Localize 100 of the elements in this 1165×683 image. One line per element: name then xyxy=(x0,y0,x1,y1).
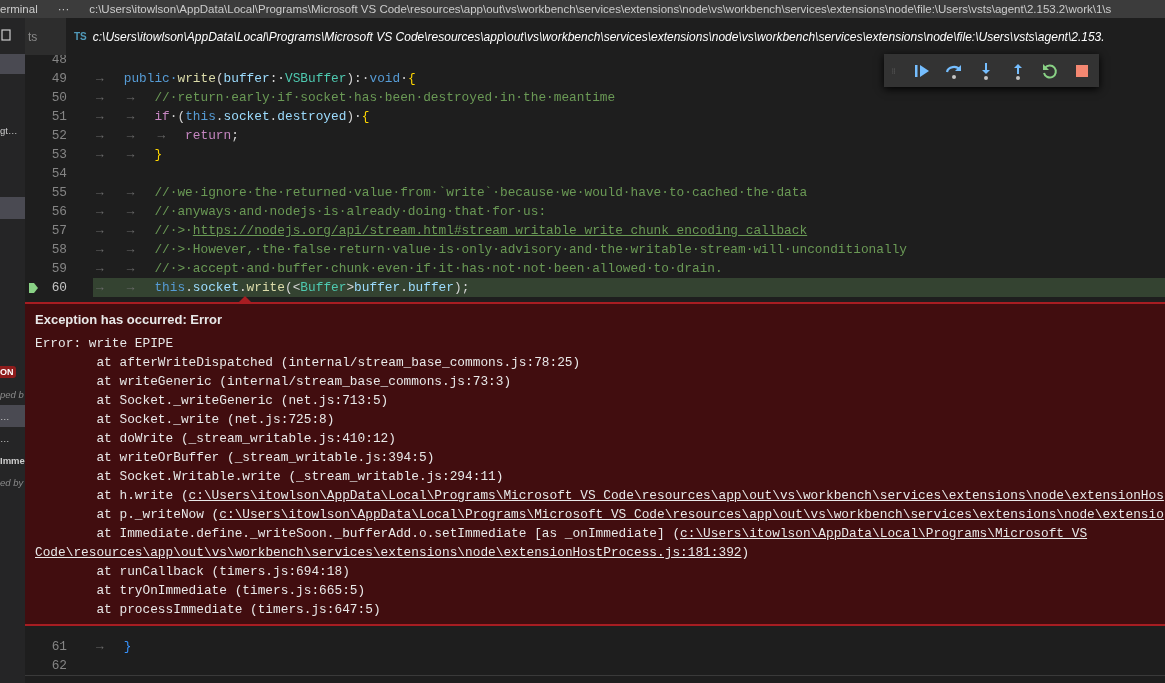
line-number: 55 xyxy=(50,185,67,200)
stack-link[interactable]: Code\resources\app\out\vs\workbench\services\extensions\node\extensionHostProcess.js:181:392 xyxy=(35,545,742,560)
line-number: 49 xyxy=(50,71,67,86)
code-token: ); xyxy=(453,280,470,295)
code-token: void xyxy=(369,71,401,86)
code-token: public· xyxy=(123,71,178,86)
line-number: 60 xyxy=(50,280,67,295)
stack-link[interactable]: c:\Users\itowlson\AppData\Local\Programs\Microsoft VS Code\resources\app\out\vs\workbench\services\extensions\node\extensionHos xyxy=(188,488,1164,503)
stack-text: at writeOrBuffer (_stream_writable.js:394:5) xyxy=(96,450,435,465)
code-token: //·return·early·if·socket·has·been·destroyed·in·the·meantime xyxy=(154,90,616,105)
code-token: if xyxy=(154,109,170,124)
code-token: ):· xyxy=(346,71,370,86)
stack-text: at runCallback (timers.js:694:18) xyxy=(96,564,350,579)
tab-marker: → xyxy=(95,204,105,219)
stack-text: at doWrite (_stream_writable.js:410:12) xyxy=(96,431,396,446)
stack-text: at p._writeNow ( xyxy=(96,507,220,522)
stack-text: at writeGeneric (internal/stream_base_commons.js:73:3) xyxy=(96,374,512,389)
code-token: buffer xyxy=(407,280,454,295)
code-token: ; xyxy=(231,128,239,143)
code-token: socket xyxy=(192,280,239,295)
tab-marker: → xyxy=(125,242,136,257)
line-number: 53 xyxy=(50,147,67,162)
stack-text: at Immediate.define._writeSoon._bufferAdd.o.setImmediate [as _onImmediate] ( xyxy=(96,526,681,541)
code-link[interactable]: https://nodejs.org/api/stream.html#stream_writable_write_chunk_encoding_callback xyxy=(192,223,808,238)
line-number: 52 xyxy=(50,128,67,143)
editor-tab[interactable]: TS c:\Users\itowlson\AppData\Local\Programs\Microsoft VS Code\resources\app\out\vs\workbench\services\extensions\node\vs\workbench\services\extensions\node\file:\Users\vsts\agent\2.153. xyxy=(66,18,1165,55)
tab-marker: → xyxy=(156,128,167,143)
code-token: } xyxy=(154,147,163,162)
code-token: . xyxy=(238,280,247,295)
tab-marker: → xyxy=(125,185,136,200)
tab-marker: → xyxy=(95,128,105,143)
stack-link[interactable]: c:\Users\itowlson\AppData\Local\Programs\Microsoft VS xyxy=(680,526,1088,541)
code-token: return xyxy=(185,128,232,143)
code-token: . xyxy=(400,280,408,295)
line-number: 51 xyxy=(50,109,67,124)
tab-marker: → xyxy=(95,109,105,124)
code-token: this xyxy=(185,109,216,124)
tab-marker: → xyxy=(95,261,105,276)
tab-marker: → xyxy=(95,639,105,654)
tab-marker: → xyxy=(95,147,105,162)
more-button[interactable]: ··· xyxy=(57,3,70,15)
code-token: buffer xyxy=(223,71,270,86)
tab-marker: → xyxy=(95,71,105,86)
tab-marker: → xyxy=(95,185,105,200)
code-token: write xyxy=(177,71,216,86)
code-token: write xyxy=(246,280,285,295)
tab-marker: → xyxy=(125,280,136,295)
code-token: . xyxy=(215,109,224,124)
code-token: Buffer xyxy=(300,280,347,295)
code-token: //·we·ignore·the·returned·value·from·`write`·because·we·would·have·to·cached·the·data xyxy=(154,185,808,200)
code-token: VSBuffer xyxy=(285,71,347,86)
tab-marker: → xyxy=(95,223,105,238)
line-number: 59 xyxy=(50,261,67,276)
tab-marker: → xyxy=(125,90,136,105)
line-number: 56 xyxy=(50,204,67,219)
status-badge: ON xyxy=(0,366,16,378)
line-number: 48 xyxy=(50,55,67,67)
tab-marker: → xyxy=(125,204,136,219)
code-token: { xyxy=(407,71,416,86)
code-token: ( xyxy=(215,71,224,86)
code-token: (< xyxy=(285,280,301,295)
stack-text: at tryOnImmediate (timers.js:665:5) xyxy=(96,583,366,598)
tab-marker: → xyxy=(95,90,105,105)
code-token: socket xyxy=(223,109,270,124)
code-token: buffer xyxy=(354,280,401,295)
line-number: 54 xyxy=(50,166,67,181)
selected-list-row[interactable]: … xyxy=(0,405,25,427)
tab-marker: → xyxy=(125,223,136,238)
panel-label[interactable]: erminal xyxy=(0,3,38,15)
code-token: . xyxy=(269,109,278,124)
stack-text: Error: write EPIPE xyxy=(35,336,174,351)
line-number: 61 xyxy=(50,639,67,654)
code-token: . xyxy=(185,280,193,295)
code-token: { xyxy=(361,109,370,124)
stack-text: at processImmediate (timers.js:647:5) xyxy=(96,602,381,617)
code-token: } xyxy=(123,639,132,654)
code-token: //·>·accept·and·buffer·chunk·even·if·it·has·not·not·been·allowed·to·drain. xyxy=(154,261,723,276)
stack-link[interactable]: c:\Users\itowlson\AppData\Local\Programs\Microsoft VS Code\resources\app\out\vs\workbench\services\extensions\node\extensio xyxy=(219,507,1164,522)
code-token: · xyxy=(400,71,408,86)
code-token: //·anyways·and·nodejs·is·already·doing·that·for·us: xyxy=(154,204,547,219)
tab-marker: → xyxy=(95,280,105,295)
code-token: destroyed xyxy=(277,109,347,124)
code-token: :· xyxy=(269,71,285,86)
line-number: 50 xyxy=(50,90,67,105)
code-token: this xyxy=(154,280,186,295)
editor-tab[interactable]: ts xyxy=(25,18,66,55)
file-type-label: TS xyxy=(74,31,87,42)
square-icon[interactable] xyxy=(1,29,11,41)
stack-text: ) xyxy=(741,545,750,560)
code-token: //·>·However,·the·false·return·value·is·only·advisory·and·the·writable·stream·will·unconditionally xyxy=(154,242,907,257)
code-token: > xyxy=(346,280,355,295)
code-token: //·>· xyxy=(154,223,193,238)
tab-label: ts xyxy=(28,29,38,44)
tab-marker: → xyxy=(95,242,105,257)
code-token: ·( xyxy=(169,109,186,124)
tab-marker: → xyxy=(125,147,136,162)
tab-marker: → xyxy=(125,109,136,124)
tab-marker: → xyxy=(125,261,136,276)
line-number: 58 xyxy=(50,242,67,257)
window-title: c:\Users\itowlson\AppData\Local\Programs\Microsoft VS Code\resources\app\out\vs\workbench\services\extensions\node\vs\workbench\services\extensions\node\file:\Users\vsts\agent\2.153.2\work\1\s xyxy=(89,3,1112,15)
